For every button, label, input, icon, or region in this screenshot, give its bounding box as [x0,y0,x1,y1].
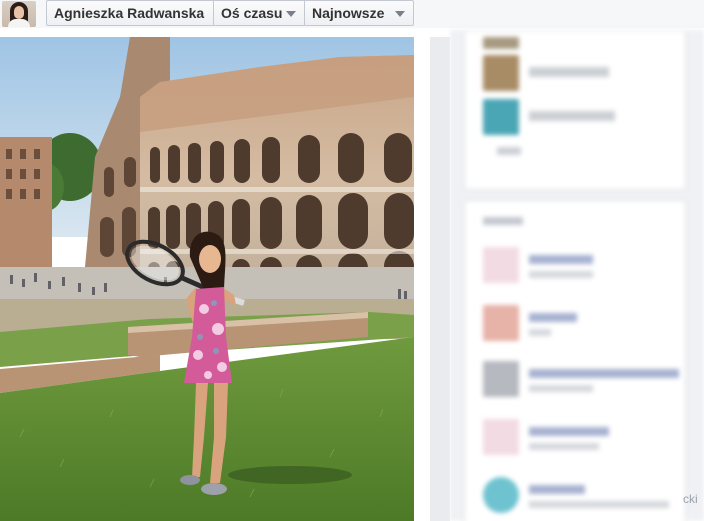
profile-name-label: Agnieszka Radwanska [54,5,205,21]
sort-dropdown[interactable]: Najnowsze [304,0,414,26]
column-gap [414,37,430,521]
avatar-face [14,6,24,19]
list-item [483,305,683,343]
timeline-sidebar-strip [430,37,450,521]
list-item [483,477,683,515]
blurred-sidebar [450,30,704,521]
list-item [483,361,683,399]
timeline-dropdown[interactable]: Oś czasu [213,0,305,26]
footer-text-fragment: cki [683,492,698,506]
shadow [228,466,352,484]
list-item [483,55,683,93]
chevron-down-icon [286,11,296,17]
timeline-dropdown-label: Oś czasu [221,5,283,21]
timeline-photo[interactable] [0,37,414,521]
chevron-down-icon [395,11,405,17]
shoe [180,475,200,485]
shoe [201,483,227,495]
profile-avatar[interactable] [2,1,36,27]
avatar-shoulders [8,19,30,27]
list-item [483,419,683,457]
friends-card [464,30,686,190]
timeline-navigation-bar: Agnieszka Radwanska Oś czasu Najnowsze [0,0,704,28]
pages-card [464,200,686,521]
list-item [483,99,683,137]
list-item [483,143,683,181]
list-item [483,247,683,285]
sort-dropdown-label: Najnowsze [312,5,385,21]
profile-name-button[interactable]: Agnieszka Radwanska [46,0,214,26]
